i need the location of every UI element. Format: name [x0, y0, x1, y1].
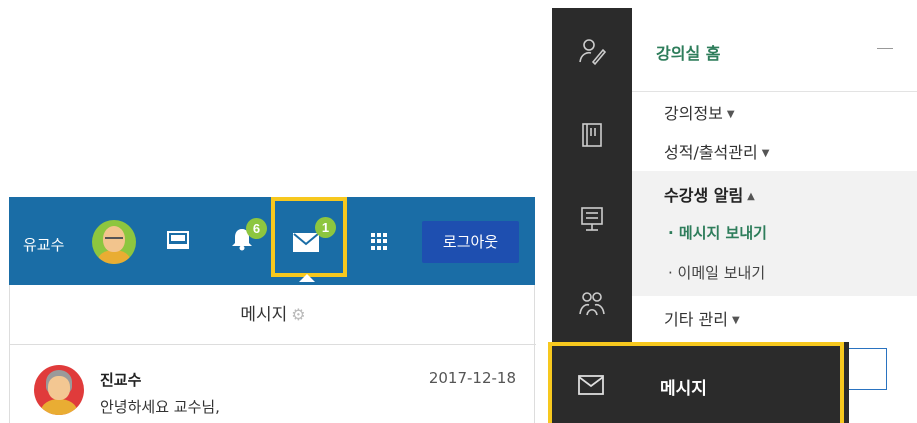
- rail-item-board[interactable]: [552, 176, 632, 260]
- message-menu-item[interactable]: 메시지: [548, 342, 849, 423]
- message-date: 2017-12-18: [428, 369, 516, 387]
- nav-item-label: 성적/출석관리: [664, 143, 758, 162]
- apps-grid-icon[interactable]: [371, 233, 388, 250]
- sub-item-send-message[interactable]: · 메시지 보내기: [668, 222, 767, 243]
- people-icon: [579, 292, 605, 316]
- message-badge: 1: [315, 217, 336, 238]
- presentation-icon: [581, 207, 603, 231]
- rail-item-people[interactable]: [552, 260, 632, 344]
- sender-avatar: [34, 365, 84, 415]
- gear-icon[interactable]: ⚙: [291, 305, 305, 324]
- nav-item-student-notice[interactable]: 수강생 알림 ▲: [664, 182, 755, 206]
- message-dropdown-title: 메시지: [240, 305, 288, 325]
- course-sidebar: 강의실 홈 강의정보 ▼ 성적/출석관리 ▼ 수강생 알림 ▲ · 메시지 보내기 ·…: [548, 8, 917, 423]
- nav-course-home[interactable]: 강의실 홈: [632, 8, 917, 92]
- rail-item-book[interactable]: [552, 92, 632, 176]
- message-menu-highlight: [548, 342, 844, 423]
- sub-item-label: 메시지 보내기: [678, 224, 767, 242]
- message-dropdown-header: 메시지 ⚙: [10, 285, 536, 345]
- nav-item-grades[interactable]: 성적/출석관리 ▼: [664, 139, 769, 163]
- collapse-icon[interactable]: [877, 48, 893, 49]
- nav-item-label: 수강생 알림: [664, 186, 744, 205]
- rail-item-person[interactable]: [552, 8, 632, 92]
- nav-item-course-info[interactable]: 강의정보 ▼: [664, 100, 735, 124]
- caret-down-icon: ▼: [731, 315, 740, 326]
- logout-button[interactable]: 로그아웃: [422, 221, 519, 263]
- nav-item-label: 강의정보: [664, 104, 723, 123]
- sub-item-label: 이메일 보내기: [677, 264, 766, 282]
- user-name[interactable]: 유교수: [23, 234, 64, 255]
- message-sender[interactable]: 진교수: [100, 369, 141, 390]
- caret-up-icon: ▲: [747, 191, 755, 202]
- message-dropdown: 메시지 ⚙ 진교수 2017-12-18 안녕하세요 교수님,: [9, 285, 536, 423]
- sub-item-send-email[interactable]: · 이메일 보내기: [668, 262, 765, 283]
- caret-down-icon: ▼: [726, 109, 735, 120]
- dropdown-caret: [299, 274, 315, 282]
- caret-down-icon: ▼: [761, 148, 770, 159]
- nav-item-label: 기타 관리: [664, 310, 728, 329]
- person-edit-icon: [579, 39, 607, 66]
- user-avatar[interactable]: [92, 220, 136, 264]
- message-preview[interactable]: 안녕하세요 교수님,: [100, 396, 220, 417]
- monitor-icon[interactable]: [167, 231, 189, 249]
- book-icon: [582, 123, 602, 147]
- mail-icon[interactable]: [293, 233, 319, 252]
- nav-course-home-label: 강의실 홈: [656, 44, 721, 63]
- notification-badge: 6: [246, 218, 267, 239]
- nav-item-other[interactable]: 기타 관리 ▼: [664, 306, 740, 330]
- top-navbar: 유교수 6 1 로그아웃: [9, 197, 535, 285]
